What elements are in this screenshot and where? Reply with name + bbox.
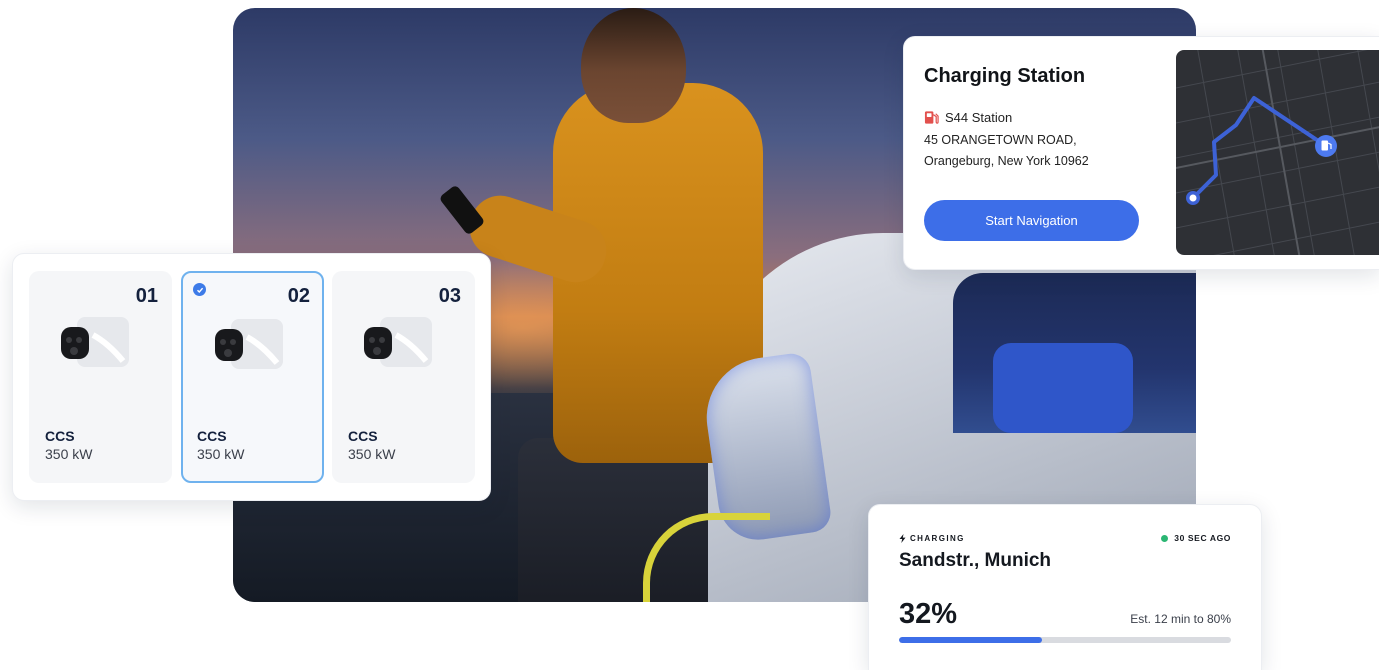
connector-power: 350 kW [197,446,245,462]
charging-status-card: CHARGING 30 SEC AGO Sandstr., Munich 32%… [868,504,1262,670]
last-updated-label: 30 SEC AGO [1174,533,1231,543]
connector-power: 350 kW [45,446,93,462]
route-map[interactable] [1176,50,1379,255]
connector-type: CCS [348,428,378,444]
connector-type: CCS [45,428,75,444]
station-name-row: S44 Station [924,110,1012,125]
station-card-title: Charging Station [924,65,1086,87]
station-address-line1: 45 ORANGETOWN ROAD, [924,133,1077,147]
station-marker-icon [1321,140,1328,151]
route-map-graphic [1176,50,1379,255]
connector-selector-card: 01 CCS 350 kW 02 CCS 350 kW 03 CCS 350 k… [12,253,491,501]
live-status-dot-icon [1161,534,1169,542]
charging-state-label: CHARGING [910,534,965,543]
charge-estimate: Est. 12 min to 80% [1130,612,1231,626]
connector-power: 350 kW [348,446,396,462]
station-name: S44 Station [945,110,1013,125]
lightning-icon [899,534,906,543]
connector-number: 02 [287,285,310,307]
start-navigation-button[interactable]: Start Navigation [924,200,1139,241]
connector-type: CCS [197,428,227,444]
charging-state: CHARGING [899,534,965,543]
ccs-plug-icon [364,317,432,367]
connector-number: 03 [438,285,461,307]
charging-location: Sandstr., Munich [899,550,1052,571]
station-address-line2: Orangeburg, New York 10962 [924,154,1089,168]
connector-number: 01 [135,285,158,307]
charge-progress-bar [899,637,1231,643]
ccs-plug-icon [215,319,283,369]
last-updated: 30 SEC AGO [1161,533,1231,543]
charge-progress-fill [899,637,1042,643]
fuel-pump-icon [924,111,939,124]
connector-option-01[interactable]: 01 CCS 350 kW [29,271,172,483]
ccs-plug-icon [61,317,129,367]
connector-option-02[interactable]: 02 CCS 350 kW [181,271,324,483]
charging-station-card: Charging Station S44 Station 45 ORANGETO… [903,36,1379,270]
connector-option-03[interactable]: 03 CCS 350 kW [332,271,475,483]
battery-percent: 32% [899,598,958,630]
selected-check-icon [193,283,206,296]
